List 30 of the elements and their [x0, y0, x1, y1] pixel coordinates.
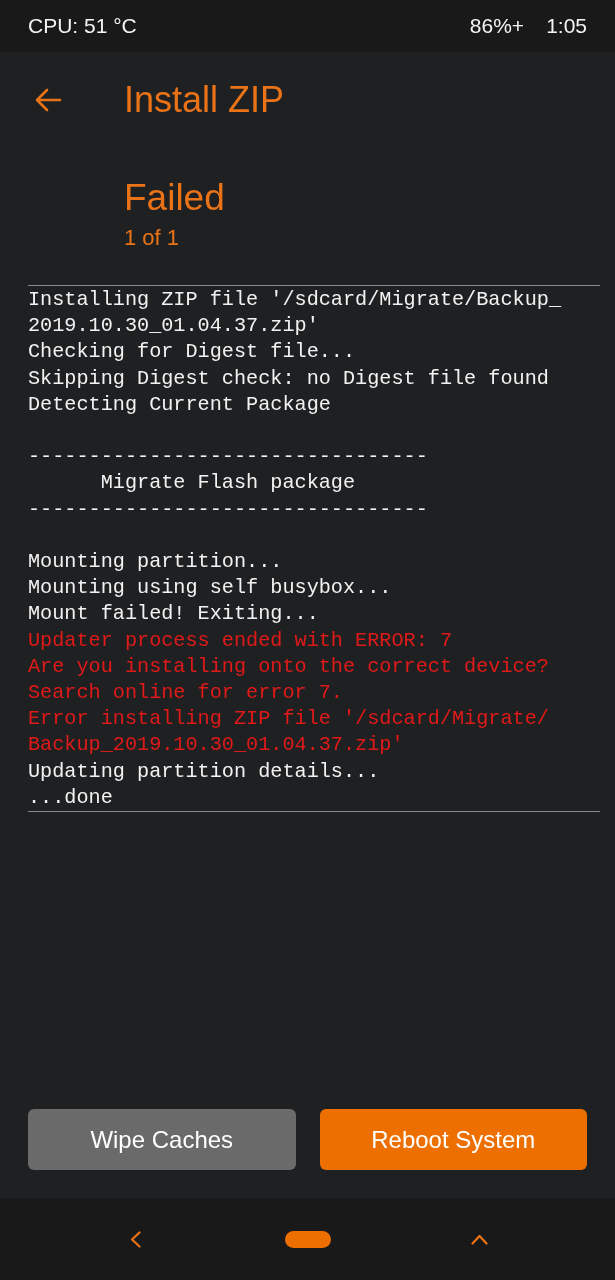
error-log-line: Error installing ZIP file '/sdcard/Migrate/ — [28, 706, 549, 733]
log-line: Mount failed! Exiting... — [28, 601, 319, 628]
log-line: Detecting Current Package — [28, 391, 331, 418]
error-log-line: Search online for error 7. — [28, 680, 343, 706]
error-log-line: Backup_2019.10.30_01.04.37.zip' — [28, 732, 404, 759]
log-line: --------------------------------- — [28, 496, 428, 523]
log-line: ...done — [28, 784, 113, 811]
home-pill-icon[interactable] — [284, 1230, 331, 1248]
error-log-line: Are you installing onto the correct device? — [28, 653, 549, 680]
log-line: --------------------------------- — [28, 444, 428, 471]
log-line: 2019.10.30_01.04.37.zip' — [28, 313, 319, 340]
wipe-button[interactable]: Wipe Caches — [28, 1109, 296, 1170]
install-status: Failed — [124, 176, 226, 220]
log-line: Updating partition details... — [28, 758, 380, 785]
install-count: 1 of 1 — [124, 225, 181, 251]
nav-back-icon[interactable] — [130, 1230, 141, 1248]
log-line: Mounting using self busybox... — [28, 575, 392, 602]
battery-level: 86%+ — [469, 14, 525, 38]
log-line: Installing ZIP file '/sdcard/Migrate/Backup_ — [28, 287, 562, 313]
cpu-temperature: CPU: 51 °C — [28, 14, 137, 38]
back-arrow-icon[interactable] — [34, 88, 62, 112]
clock-time: 1:05 — [546, 14, 587, 38]
log-line: Migrate Flash package — [99, 470, 356, 497]
error-log-line: Updater process ended with ERROR: 7 — [28, 627, 452, 654]
screen-title: Install ZIP — [124, 78, 285, 122]
reboot-button[interactable]: Reboot System — [319, 1109, 587, 1170]
log-line: Skipping Digest check: no Digest file found — [28, 365, 549, 392]
log-line: Mounting partition... — [28, 549, 283, 575]
nav-up-icon[interactable] — [471, 1233, 488, 1245]
log-line: Checking for Digest file... — [28, 339, 356, 366]
